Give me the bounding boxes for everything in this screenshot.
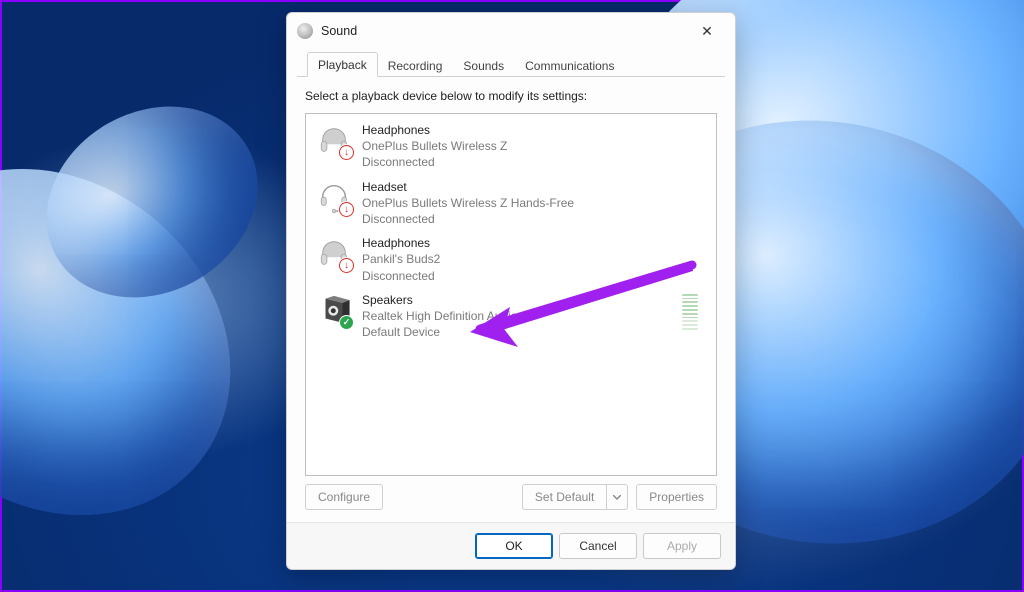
- apply-button[interactable]: Apply: [643, 533, 721, 559]
- disconnected-badge-icon: [339, 258, 354, 273]
- cancel-button[interactable]: Cancel: [559, 533, 637, 559]
- dialog-footer: OK Cancel Apply: [287, 522, 735, 569]
- speaker-icon: [316, 292, 352, 328]
- sound-icon: [297, 23, 313, 39]
- set-default-dropdown[interactable]: [607, 484, 628, 510]
- device-status: Disconnected: [362, 268, 706, 284]
- properties-button[interactable]: Properties: [636, 484, 717, 510]
- chevron-down-icon: [613, 495, 621, 500]
- headset-icon: [316, 179, 352, 215]
- tab-playback[interactable]: Playback: [307, 52, 378, 77]
- list-item[interactable]: Speakers Realtek High Definition Audio D…: [308, 288, 714, 345]
- device-list[interactable]: Headphones OnePlus Bullets Wireless Z Di…: [305, 113, 717, 476]
- device-name: Headphones: [362, 122, 706, 138]
- list-item[interactable]: Headphones OnePlus Bullets Wireless Z Di…: [308, 118, 714, 175]
- window-title: Sound: [321, 24, 687, 38]
- ok-button[interactable]: OK: [475, 533, 553, 559]
- instruction-text: Select a playback device below to modify…: [305, 89, 717, 103]
- tab-content: Select a playback device below to modify…: [287, 77, 735, 522]
- device-description: OnePlus Bullets Wireless Z: [362, 138, 706, 154]
- headphones-icon: [316, 235, 352, 271]
- tab-strip: Playback Recording Sounds Communications: [297, 51, 725, 77]
- tab-recording[interactable]: Recording: [377, 53, 454, 78]
- device-status: Disconnected: [362, 154, 706, 170]
- tab-sounds[interactable]: Sounds: [452, 53, 515, 78]
- configure-button[interactable]: Configure: [305, 484, 383, 510]
- device-description: Realtek High Definition Audio: [362, 308, 672, 324]
- headphones-icon: [316, 122, 352, 158]
- device-name: Speakers: [362, 292, 672, 308]
- titlebar[interactable]: Sound ✕: [287, 13, 735, 49]
- set-default-button[interactable]: Set Default: [522, 484, 607, 510]
- list-item[interactable]: Headphones Pankil's Buds2 Disconnected: [308, 231, 714, 288]
- list-item[interactable]: Headset OnePlus Bullets Wireless Z Hands…: [308, 175, 714, 232]
- set-default-split-button[interactable]: Set Default: [522, 484, 628, 510]
- device-description: Pankil's Buds2: [362, 251, 706, 267]
- device-status: Default Device: [362, 324, 672, 340]
- default-badge-icon: [339, 315, 354, 330]
- disconnected-badge-icon: [339, 145, 354, 160]
- sound-dialog: Sound ✕ Playback Recording Sounds Commun…: [286, 12, 736, 570]
- device-action-row: Configure Set Default Properties: [305, 476, 717, 514]
- device-name: Headphones: [362, 235, 706, 251]
- level-meter: [682, 294, 698, 330]
- device-description: OnePlus Bullets Wireless Z Hands-Free: [362, 195, 706, 211]
- device-name: Headset: [362, 179, 706, 195]
- tab-communications[interactable]: Communications: [514, 53, 625, 78]
- disconnected-badge-icon: [339, 202, 354, 217]
- close-button[interactable]: ✕: [687, 17, 727, 45]
- device-status: Disconnected: [362, 211, 706, 227]
